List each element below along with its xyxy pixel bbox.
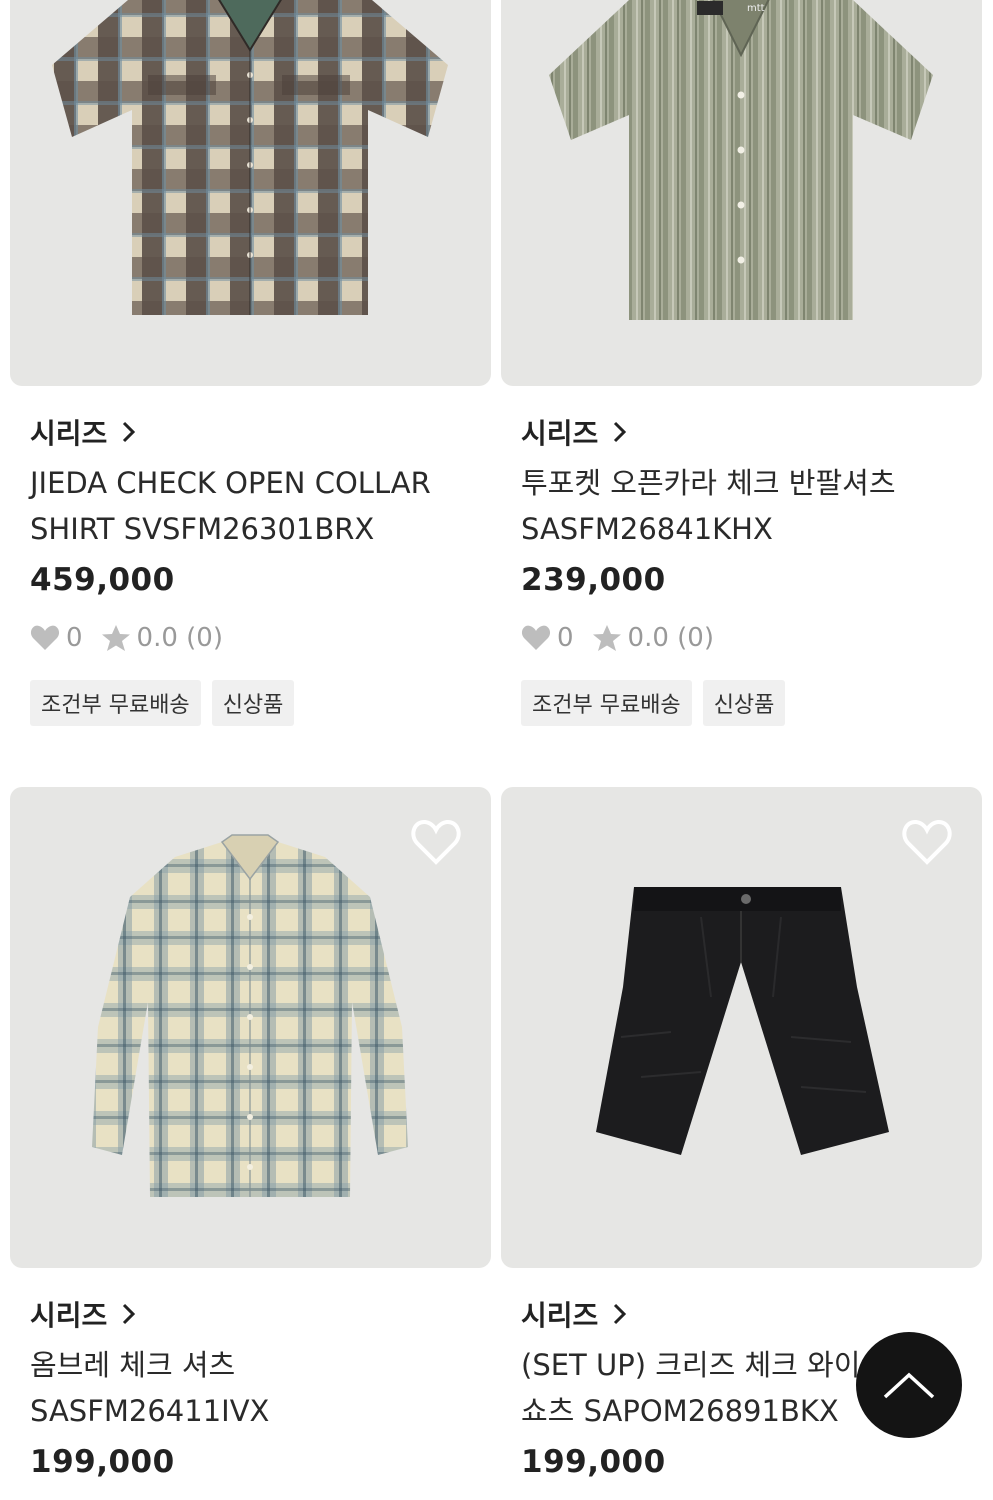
product-title[interactable]: JIEDA CHECK OPEN COLLAR SHIRT SVSFM26301…: [30, 460, 471, 552]
product-title[interactable]: 옴브레 체크 셔츠 SASFM26411IVX: [30, 1342, 471, 1434]
product-stats: 0 0.0 (0): [521, 618, 962, 658]
rating: 0.0 (0): [136, 623, 223, 653]
product-grid: 시리즈 JIEDA CHECK OPEN COLLAR SHIRT SVSFM2…: [0, 0, 993, 1500]
badge-new: 신상품: [702, 680, 786, 726]
product-price: 239,000: [521, 562, 666, 598]
product-image[interactable]: [10, 0, 491, 386]
product-price: 199,000: [521, 1444, 666, 1480]
series-link[interactable]: 시리즈: [521, 1294, 962, 1334]
wish-count: 0: [66, 623, 83, 653]
star-filled-icon: [592, 625, 621, 651]
series-label: 시리즈: [521, 1299, 599, 1332]
wish-button[interactable]: [409, 817, 463, 867]
series-label: 시리즈: [521, 417, 599, 450]
chevron-right-icon: [123, 421, 136, 443]
rating: 0.0 (0): [627, 623, 714, 653]
chevron-right-icon: [123, 1303, 136, 1325]
heart-outline-icon: [411, 820, 461, 865]
badge-new: 신상품: [211, 680, 295, 726]
product-price: 199,000: [30, 1444, 175, 1480]
chevron-up-icon: [883, 1372, 935, 1399]
product-card[interactable]: 시리즈 JIEDA CHECK OPEN COLLAR SHIRT SVSFM2…: [10, 0, 491, 726]
scroll-top-button[interactable]: [856, 1332, 962, 1438]
series-link[interactable]: 시리즈: [521, 412, 962, 452]
svg-text:mtt: mtt: [747, 3, 765, 14]
wish-count: 0: [557, 623, 574, 653]
check-open-collar-shirt-image: [52, 0, 448, 315]
product-image[interactable]: mtt: [501, 0, 982, 386]
striped-open-collar-shirt-image: mtt: [549, 0, 933, 320]
product-card[interactable]: mtt 시리즈 투포켓 오픈카라 체크 반팔셔츠 SASFM26841KHX 2…: [501, 0, 982, 726]
heart-outline-icon: [902, 820, 952, 865]
product-stats: 0 0.0 (0): [30, 618, 471, 658]
series-link[interactable]: 시리즈: [30, 1294, 471, 1334]
badge-free-shipping: 조건부 무료배송: [30, 680, 201, 726]
series-label: 시리즈: [30, 417, 108, 450]
product-image[interactable]: [10, 787, 491, 1268]
series-link[interactable]: 시리즈: [30, 412, 471, 452]
wish-button[interactable]: [900, 817, 954, 867]
chevron-right-icon: [614, 1303, 627, 1325]
chevron-right-icon: [614, 421, 627, 443]
product-title[interactable]: 투포켓 오픈카라 체크 반팔셔츠 SASFM26841KHX: [521, 460, 962, 552]
badge-list: 조건부 무료배송 신상품: [30, 680, 471, 726]
product-price: 459,000: [30, 562, 175, 598]
star-filled-icon: [101, 625, 130, 651]
product-image[interactable]: [501, 787, 982, 1268]
heart-filled-icon: [30, 625, 60, 650]
badge-free-shipping: 조건부 무료배송: [521, 680, 692, 726]
heart-filled-icon: [521, 625, 551, 650]
series-label: 시리즈: [30, 1299, 108, 1332]
product-card[interactable]: 시리즈 옴브레 체크 셔츠 SASFM26411IVX 199,000: [10, 787, 491, 1488]
badge-list: 조건부 무료배송 신상품: [521, 680, 962, 726]
